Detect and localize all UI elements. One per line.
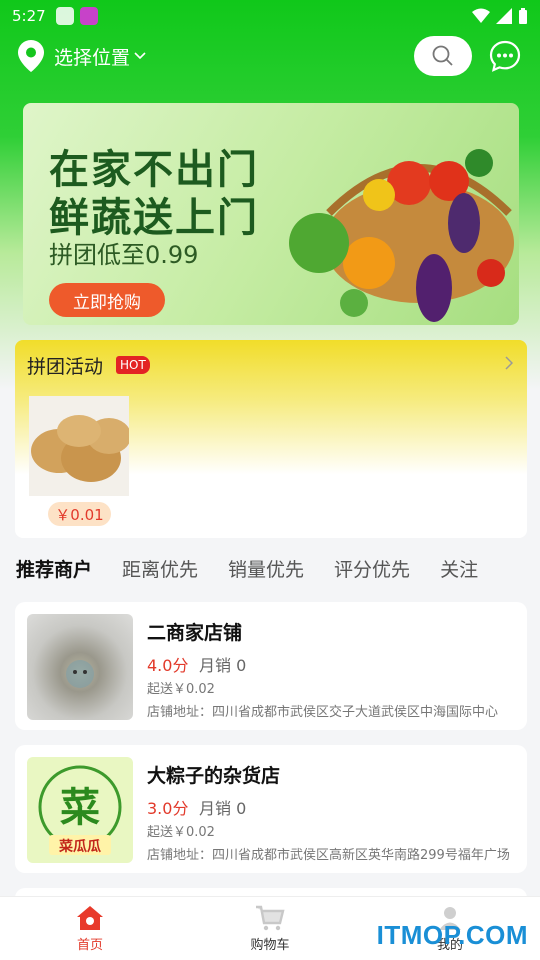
top-header: 选择位置 [0, 36, 540, 76]
shop-address: 店铺地址：四川省成都市武侯区高新区英华南路299号福年广场 [147, 848, 510, 863]
android-notification-icon [55, 7, 74, 25]
search-button[interactable] [414, 36, 472, 76]
shop-min-delivery: 起送￥0.02 [147, 825, 215, 840]
group-buy-title[interactable]: 拼团活动 [27, 352, 103, 379]
shop-rating: 4.0分 [147, 656, 189, 675]
tab-recommended[interactable]: 推荐商户 [16, 555, 92, 582]
shop-address: 店铺地址：四川省成都市武侯区交子大道武侯区中海国际中心 [147, 705, 499, 720]
sort-tabs: 推荐商户 距离优先 销量优先 评分优先 关注 [16, 555, 508, 582]
shop-rating: 3.0分 [147, 799, 189, 818]
nav-cart[interactable]: 购物车 [180, 897, 360, 960]
shop-logo: 菜 菜瓜瓜 [38, 765, 122, 855]
group-buy-card: 拼团活动 HOT ￥0.01 [15, 340, 527, 538]
shop-name: 二商家店铺 [147, 622, 243, 644]
shop-monthly-sales: 月销 0 [199, 799, 247, 818]
shop-name: 大粽子的杂货店 [147, 765, 281, 787]
group-buy-product-image[interactable] [29, 396, 129, 496]
product-price: ￥0.01 [48, 502, 111, 526]
status-bar: 5:27 [0, 0, 540, 32]
location-selector[interactable]: 选择位置 [18, 40, 146, 72]
chevron-right-icon[interactable] [505, 356, 513, 370]
tab-distance[interactable]: 距离优先 [122, 555, 198, 582]
shop-logo-name: 菜瓜瓜 [58, 838, 101, 855]
chat-bubble-icon [489, 40, 521, 72]
shop-thumbnail: 菜 菜瓜瓜 [27, 757, 133, 863]
battery-icon [519, 8, 527, 24]
promo-banner[interactable]: 在家不出门 鲜蔬送上门 拼团低至0.99 立即抢购 [23, 103, 519, 325]
shop-monthly-sales: 月销 0 [199, 656, 247, 675]
message-button[interactable] [488, 39, 522, 73]
wifi-icon [472, 8, 490, 23]
search-icon [432, 45, 453, 66]
chevron-down-icon [134, 52, 146, 60]
home-icon [77, 905, 103, 930]
location-pin-icon [18, 40, 44, 72]
nav-home-label: 首页 [76, 937, 103, 953]
signal-icon [496, 8, 512, 24]
nav-cart-label: 购物车 [250, 937, 290, 953]
shop-photo-icon [66, 660, 94, 688]
app-notification-icon [79, 7, 98, 25]
shop-logo-char: 菜 [60, 785, 100, 831]
watermark-text: ITMOP.COM [376, 920, 528, 950]
cart-icon [256, 905, 285, 930]
tab-rating[interactable]: 评分优先 [334, 555, 410, 582]
vegetable-basket-illustration [289, 149, 514, 322]
status-time: 5:27 [12, 7, 46, 25]
shop-card[interactable]: 菜 菜瓜瓜 大粽子的杂货店 3.0分 月销 0 起送￥0.02 店铺地址：四川省… [15, 745, 527, 873]
shop-min-delivery: 起送￥0.02 [147, 682, 215, 697]
potato-image [29, 396, 129, 496]
tab-following[interactable]: 关注 [440, 555, 478, 582]
location-label: 选择位置 [54, 46, 131, 69]
tab-sales[interactable]: 销量优先 [228, 555, 304, 582]
hot-badge: HOT [116, 356, 150, 374]
buy-now-button[interactable]: 立即抢购 [49, 283, 165, 317]
shop-thumbnail [27, 614, 133, 720]
shop-card[interactable]: 二商家店铺 4.0分 月销 0 起送￥0.02 店铺地址：四川省成都市武侯区交子… [15, 602, 527, 730]
banner-subtitle: 拼团低至0.99 [49, 241, 199, 269]
nav-home[interactable]: 首页 [0, 897, 180, 960]
